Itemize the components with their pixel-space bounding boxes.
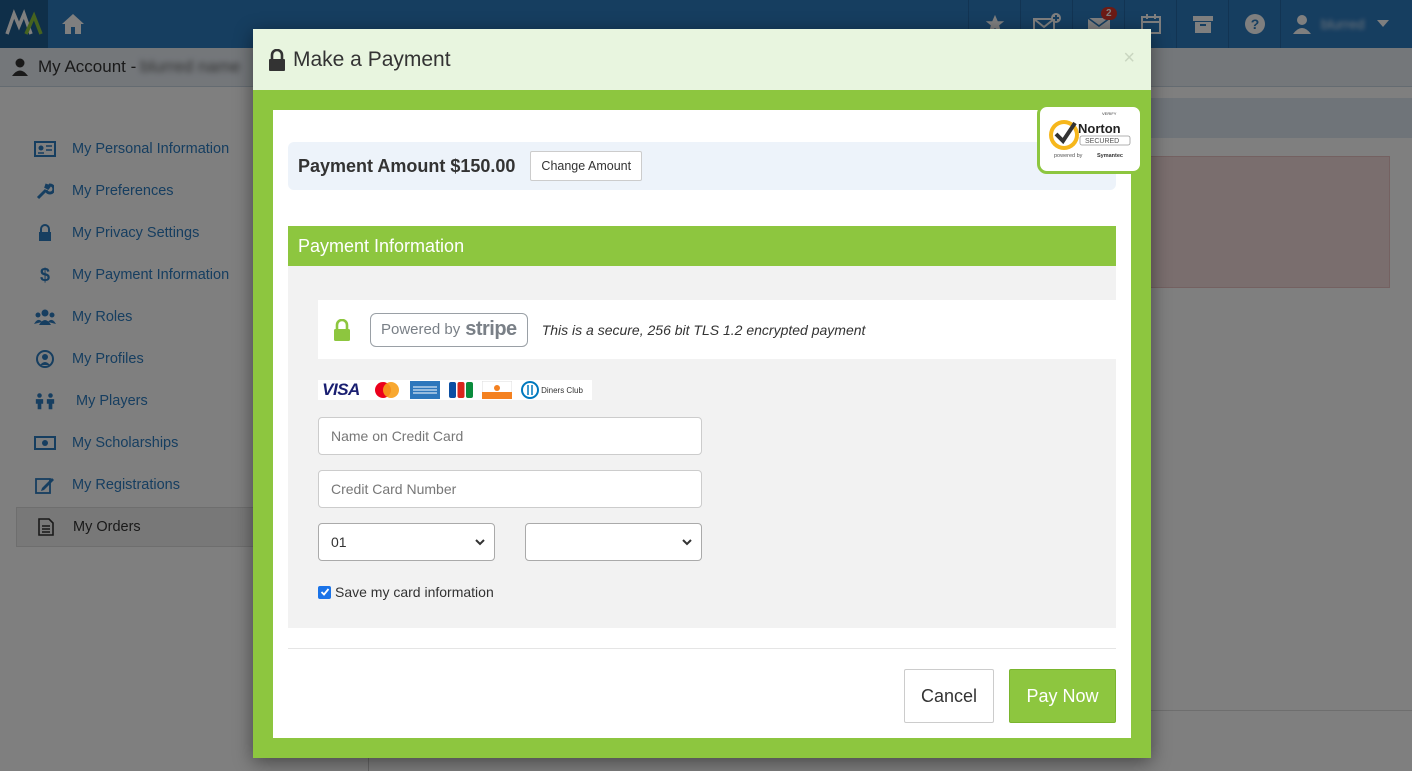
cancel-button[interactable]: Cancel (904, 669, 994, 723)
modal-title: Make a Payment (293, 47, 451, 71)
footer-divider (288, 648, 1116, 649)
expiry-year-select[interactable] (525, 523, 702, 561)
accepted-cards: VISA Diners Club (318, 380, 592, 400)
amex-icon (410, 380, 440, 400)
change-amount-button[interactable]: Change Amount (530, 151, 643, 181)
name-on-card-input[interactable] (318, 417, 702, 455)
diners-club-icon: Diners Club (520, 380, 584, 400)
norton-seal-icon: VERIFY Norton SECURED powered by Symante… (1049, 111, 1131, 159)
stripe-brand-text: stripe (465, 318, 517, 340)
powered-by-stripe-badge[interactable]: Powered by stripe (370, 312, 528, 347)
modal-body: Payment Amount $150.00 Change Amount VER… (273, 104, 1143, 738)
close-icon[interactable]: × (1123, 47, 1135, 70)
norton-powered-text: powered by (1054, 153, 1083, 159)
payment-modal: Make a Payment × Payment Amount $150.00 … (253, 29, 1151, 758)
jcb-icon (448, 380, 474, 400)
secure-payment-text: This is a secure, 256 bit TLS 1.2 encryp… (541, 321, 866, 338)
save-card-label[interactable]: Save my card information (335, 584, 494, 600)
norton-verify-text: VERIFY (1102, 111, 1117, 116)
stripe-powered-text: Powered by (381, 321, 461, 338)
expiry-month-select[interactable]: 01 (318, 523, 495, 561)
payment-information-body: Powered by stripe This is a secure, 256 … (288, 266, 1116, 628)
save-card-checkbox[interactable] (318, 585, 331, 599)
save-card-row: Save my card information (318, 584, 494, 600)
mastercard-icon (372, 380, 402, 400)
discover-icon (482, 380, 512, 400)
payment-information-header: Payment Information (288, 226, 1116, 266)
norton-symantec-text: Symantec (1097, 153, 1123, 159)
norton-brand-text: Norton (1078, 121, 1121, 136)
expiry-month-value: 01 (331, 534, 347, 550)
norton-secured-text: SECURED (1085, 138, 1119, 145)
pay-now-button[interactable]: Pay Now (1009, 669, 1116, 723)
modal-header: Make a Payment × (253, 29, 1151, 90)
check-icon (320, 588, 329, 596)
chevron-down-icon (475, 539, 485, 546)
lock-icon (269, 48, 285, 71)
payment-amount: Payment Amount $150.00 (298, 155, 516, 176)
card-number-input[interactable] (318, 470, 702, 508)
chevron-down-icon (682, 539, 692, 546)
stripe-security-row: Powered by stripe This is a secure, 256 … (318, 300, 1116, 359)
norton-secured-seal[interactable]: VERIFY Norton SECURED powered by Symante… (1037, 104, 1143, 174)
visa-icon: VISA (322, 380, 360, 399)
lock-icon (334, 318, 350, 341)
payment-amount-row: Payment Amount $150.00 Change Amount (288, 142, 1116, 190)
